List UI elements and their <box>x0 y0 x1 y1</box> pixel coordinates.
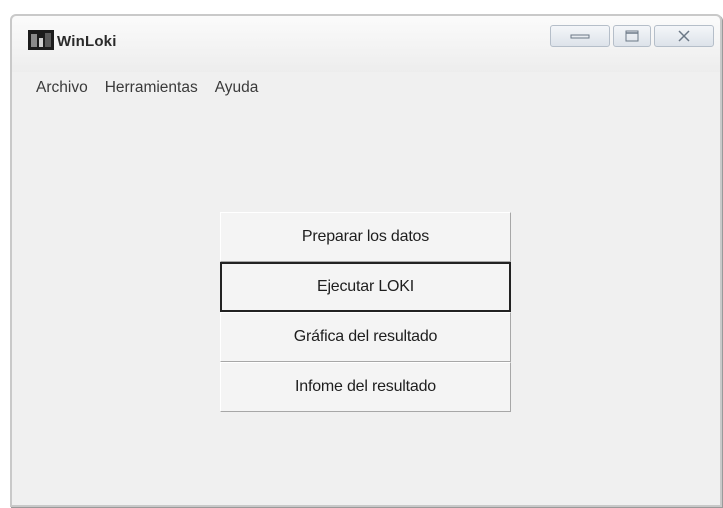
close-icon <box>678 30 690 42</box>
menu-bar: Archivo Herramientas Ayuda <box>12 76 720 100</box>
caption-buttons <box>550 25 714 47</box>
menu-archivo[interactable]: Archivo <box>36 79 88 97</box>
menu-herramientas[interactable]: Herramientas <box>105 79 198 97</box>
ejecutar-loki-button[interactable]: Ejecutar LOKI <box>220 262 511 312</box>
app-window: WinLoki Archivo Herramientas Ayuda Prepa… <box>10 14 722 507</box>
close-button[interactable] <box>654 25 714 47</box>
window-title: WinLoki <box>57 33 117 50</box>
menu-ayuda[interactable]: Ayuda <box>215 79 259 97</box>
command-button-group: Preparar los datos Ejecutar LOKI Gráfica… <box>220 212 511 412</box>
maximize-icon <box>625 30 639 42</box>
minimize-button[interactable] <box>550 25 610 47</box>
title-bar: WinLoki <box>12 16 720 72</box>
grafica-resultado-button[interactable]: Gráfica del resultado <box>220 312 511 362</box>
minimize-icon <box>570 34 590 39</box>
maximize-button[interactable] <box>613 25 651 47</box>
preparar-datos-button[interactable]: Preparar los datos <box>220 212 511 262</box>
informe-resultado-button[interactable]: Infome del resultado <box>220 362 511 412</box>
winloki-app-icon <box>28 30 54 50</box>
